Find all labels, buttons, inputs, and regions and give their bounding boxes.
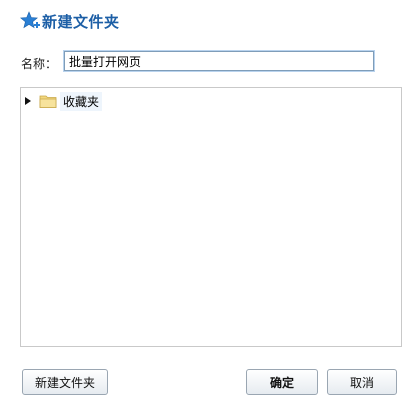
folder-icon xyxy=(39,93,57,109)
dialog-title: 新建文件夹 xyxy=(42,12,120,31)
cancel-button[interactable]: 取消 xyxy=(327,369,397,395)
tree-item-label: 收藏夹 xyxy=(60,91,103,111)
star-add-icon xyxy=(20,11,40,31)
ok-button[interactable]: 确定 xyxy=(246,369,318,395)
triangle-right-icon[interactable] xyxy=(23,95,33,107)
name-label: 名称： xyxy=(21,57,58,71)
folder-name-input[interactable] xyxy=(64,51,374,71)
new-folder-button[interactable]: 新建文件夹 xyxy=(22,369,108,395)
tree-item-favorites[interactable]: 收藏夹 xyxy=(23,91,103,111)
new-folder-dialog: 新建文件夹 名称： 收藏夹 新建文件夹 确定 取消 xyxy=(0,0,420,420)
dialog-header: 新建文件夹 xyxy=(20,10,120,32)
folder-tree[interactable]: 收藏夹 xyxy=(20,87,402,347)
